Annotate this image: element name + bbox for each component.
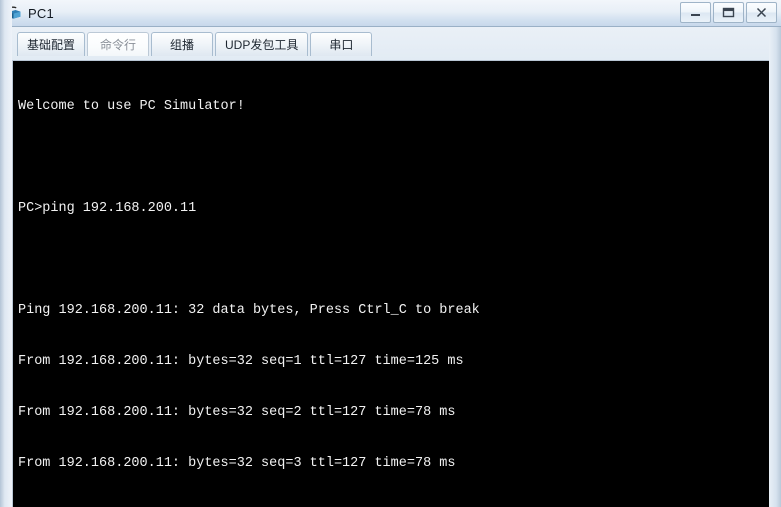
- terminal-line: Ping 192.168.200.11: 32 data bytes, Pres…: [18, 303, 480, 318]
- tab-udp-packet-tool[interactable]: UDP发包工具: [215, 32, 309, 56]
- tab-bar: 基础配置 命令行 组播 UDP发包工具 串口: [0, 27, 781, 60]
- terminal-output: Welcome to use PC Simulator! PC>ping 192…: [13, 61, 480, 507]
- terminal-console[interactable]: Welcome to use PC Simulator! PC>ping 192…: [12, 60, 769, 507]
- maximize-button[interactable]: [713, 2, 744, 23]
- minimize-button[interactable]: [680, 2, 711, 23]
- terminal-line: PC>ping 192.168.200.11: [18, 201, 197, 216]
- tab-basic-config[interactable]: 基础配置: [17, 32, 86, 56]
- tab-multicast[interactable]: 组播: [151, 32, 214, 56]
- pc1-console-window: PC1 基础配置 命令行 组播 UDP发包工具 串口 Welcome to us…: [0, 0, 781, 507]
- window-left-border: [0, 0, 12, 507]
- window-title: PC1: [28, 5, 54, 21]
- tab-command-line[interactable]: 命令行: [87, 32, 150, 56]
- tab-label: UDP发包工具: [225, 38, 299, 52]
- terminal-line: From 192.168.200.11: bytes=32 seq=2 ttl=…: [18, 405, 456, 420]
- tab-serial-port[interactable]: 串口: [310, 32, 373, 56]
- tab-label: 基础配置: [27, 38, 76, 52]
- window-controls: [680, 2, 777, 23]
- window-right-border: [769, 27, 781, 507]
- terminal-line: From 192.168.200.11: bytes=32 seq=3 ttl=…: [18, 456, 456, 471]
- terminal-line: Welcome to use PC Simulator!: [18, 99, 245, 114]
- close-button[interactable]: [746, 2, 777, 23]
- terminal-line: From 192.168.200.11: bytes=32 seq=1 ttl=…: [18, 354, 464, 369]
- tab-label: 命令行: [100, 38, 137, 52]
- tab-label: 组播: [170, 38, 195, 52]
- title-bar: PC1: [0, 0, 781, 27]
- tab-label: 串口: [329, 38, 354, 52]
